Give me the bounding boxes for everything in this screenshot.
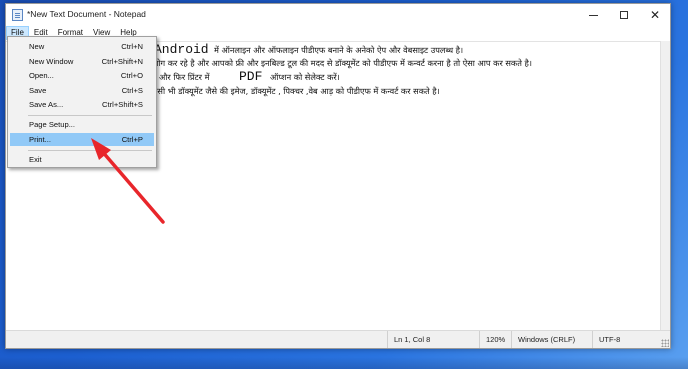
desktop-edge bbox=[0, 357, 688, 369]
menu-separator bbox=[28, 115, 152, 116]
file-menu-dropdown: New Ctrl+N New Window Ctrl+Shift+N Open...… bbox=[7, 36, 157, 168]
title-bar[interactable]: *New Text Document - Notepad ✕ bbox=[6, 4, 670, 26]
menu-item-print[interactable]: Print... Ctrl+P bbox=[10, 133, 154, 146]
menu-item-page-setup[interactable]: Page Setup... bbox=[10, 118, 154, 131]
status-bar: Ln 1, Col 8 120% Windows (CRLF) UTF-8 bbox=[6, 330, 670, 348]
maximize-button[interactable] bbox=[609, 4, 639, 26]
editor-text-android: Android bbox=[154, 42, 209, 57]
editor-line-4: किसी भी डॉक्यूमेंट जैसे की इमेज, डॉक्यूम… bbox=[149, 86, 440, 96]
editor-line-3b: ऑप्शन को सेलेक्ट करें। bbox=[270, 72, 340, 82]
editor-line-3a: है। और फिर प्रिंटर में bbox=[149, 72, 210, 82]
menu-item-open[interactable]: Open... Ctrl+O bbox=[10, 69, 154, 82]
close-button[interactable]: ✕ bbox=[640, 4, 670, 26]
menu-item-exit[interactable]: Exit bbox=[10, 153, 154, 166]
menu-item-new[interactable]: New Ctrl+N bbox=[10, 40, 154, 53]
menu-separator bbox=[28, 150, 152, 151]
editor-line-1: में ऑनलाइन और ऑफलाइन पीडीएफ बनाने के अने… bbox=[214, 45, 464, 55]
vertical-scrollbar[interactable] bbox=[660, 41, 670, 331]
minimize-icon bbox=[588, 14, 598, 16]
editor-line-2: प्रयोग कर रहे है और आपको फ्री और इनबिल्ड… bbox=[149, 58, 532, 68]
menu-item-save[interactable]: Save Ctrl+S bbox=[10, 84, 154, 97]
notepad-icon bbox=[12, 9, 23, 21]
status-encoding: UTF-8 bbox=[592, 331, 662, 348]
status-zoom: 120% bbox=[479, 331, 511, 348]
resize-grip[interactable] bbox=[661, 339, 669, 347]
editor-text-pdf: PDF bbox=[239, 69, 263, 84]
menu-item-new-window[interactable]: New Window Ctrl+Shift+N bbox=[10, 55, 154, 68]
close-icon: ✕ bbox=[649, 8, 661, 22]
menu-item-save-as[interactable]: Save As... Ctrl+Shift+S bbox=[10, 98, 154, 111]
maximize-icon bbox=[620, 11, 628, 19]
window-title: *New Text Document - Notepad bbox=[27, 9, 146, 19]
status-line-ending: Windows (CRLF) bbox=[511, 331, 592, 348]
minimize-button[interactable] bbox=[578, 4, 608, 26]
status-position: Ln 1, Col 8 bbox=[387, 331, 479, 348]
